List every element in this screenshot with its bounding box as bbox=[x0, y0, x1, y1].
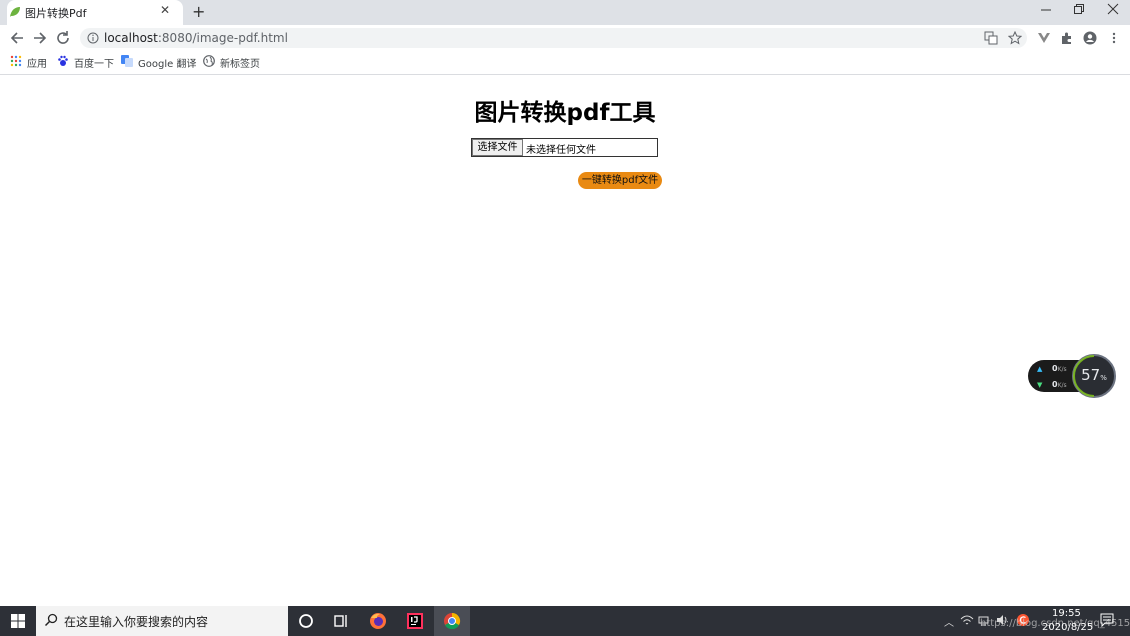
extension-v-icon[interactable] bbox=[1037, 31, 1051, 45]
tray-chevron-icon[interactable]: ︿ bbox=[944, 614, 954, 629]
percent-sign: % bbox=[1100, 374, 1107, 382]
search-icon bbox=[44, 613, 58, 627]
clock-time[interactable]: 19:55 bbox=[1052, 608, 1081, 619]
new-tab-button[interactable]: + bbox=[192, 2, 205, 21]
chrome-icon[interactable] bbox=[440, 609, 464, 633]
download-speed: 0K/s bbox=[1052, 380, 1067, 389]
download-speed-unit: K/s bbox=[1058, 382, 1067, 389]
task-view-icon[interactable] bbox=[329, 609, 353, 633]
taskbar-search-placeholder: 在这里输入你要搜索的内容 bbox=[64, 613, 208, 630]
close-window-button[interactable] bbox=[1103, 3, 1123, 18]
profile-icon[interactable] bbox=[1083, 31, 1097, 45]
clock-date[interactable]: 2020/8/25 bbox=[1042, 622, 1093, 633]
download-arrow-icon: ▼ bbox=[1037, 381, 1042, 389]
info-icon[interactable] bbox=[87, 32, 99, 44]
convert-pdf-button[interactable]: 一键转换pdf文件 bbox=[578, 172, 662, 189]
url-host: localhost bbox=[104, 31, 158, 45]
notification-icon[interactable] bbox=[1100, 613, 1114, 627]
reload-icon[interactable] bbox=[54, 29, 72, 47]
leaf-icon bbox=[9, 6, 21, 18]
extensions-icon[interactable] bbox=[1060, 31, 1074, 45]
apps-grid-icon bbox=[10, 55, 22, 67]
firefox-icon[interactable] bbox=[366, 609, 390, 633]
forward-icon[interactable] bbox=[31, 29, 49, 47]
close-icon bbox=[1107, 3, 1119, 15]
star-icon[interactable] bbox=[1008, 31, 1022, 45]
intellij-idea-icon[interactable] bbox=[403, 609, 427, 633]
wifi-icon[interactable] bbox=[960, 614, 974, 626]
baidu-paw-icon bbox=[57, 55, 69, 67]
windows-start-icon[interactable] bbox=[0, 606, 36, 636]
bookmark-google-translate[interactable]: Google 翻译 bbox=[138, 55, 196, 70]
memory-percent-value: 57 bbox=[1081, 366, 1100, 384]
back-icon[interactable] bbox=[8, 29, 26, 47]
memory-percent: 57% bbox=[1074, 366, 1114, 384]
google-translate-icon bbox=[121, 55, 133, 67]
minimize-button[interactable] bbox=[1036, 3, 1056, 18]
upload-arrow-icon: ▲ bbox=[1037, 365, 1042, 373]
choose-file-button[interactable]: 选择文件 bbox=[472, 139, 523, 156]
file-status-text: 未选择任何文件 bbox=[526, 141, 596, 156]
url-path: :8080/image-pdf.html bbox=[158, 31, 288, 45]
globe-icon bbox=[203, 55, 215, 67]
restore-icon bbox=[1073, 3, 1085, 15]
menu-icon[interactable] bbox=[1107, 31, 1121, 45]
bookmark-baidu[interactable]: 百度一下 bbox=[74, 55, 114, 70]
url-text[interactable]: localhost:8080/image-pdf.html bbox=[104, 31, 288, 45]
upload-speed-unit: K/s bbox=[1058, 366, 1067, 373]
minimize-icon bbox=[1040, 3, 1052, 15]
upload-speed: 0K/s bbox=[1052, 364, 1067, 373]
tab-title: 图片转换Pdf bbox=[25, 5, 87, 21]
cortana-icon[interactable] bbox=[294, 609, 318, 633]
tab-close-icon[interactable]: ✕ bbox=[158, 3, 172, 17]
translate-icon[interactable] bbox=[984, 31, 998, 45]
bookmark-new-tab[interactable]: 新标签页 bbox=[220, 55, 260, 70]
restore-button[interactable] bbox=[1069, 3, 1089, 18]
page-title: 图片转换pdf工具 bbox=[0, 93, 1130, 127]
bookmark-apps[interactable]: 应用 bbox=[27, 55, 47, 70]
